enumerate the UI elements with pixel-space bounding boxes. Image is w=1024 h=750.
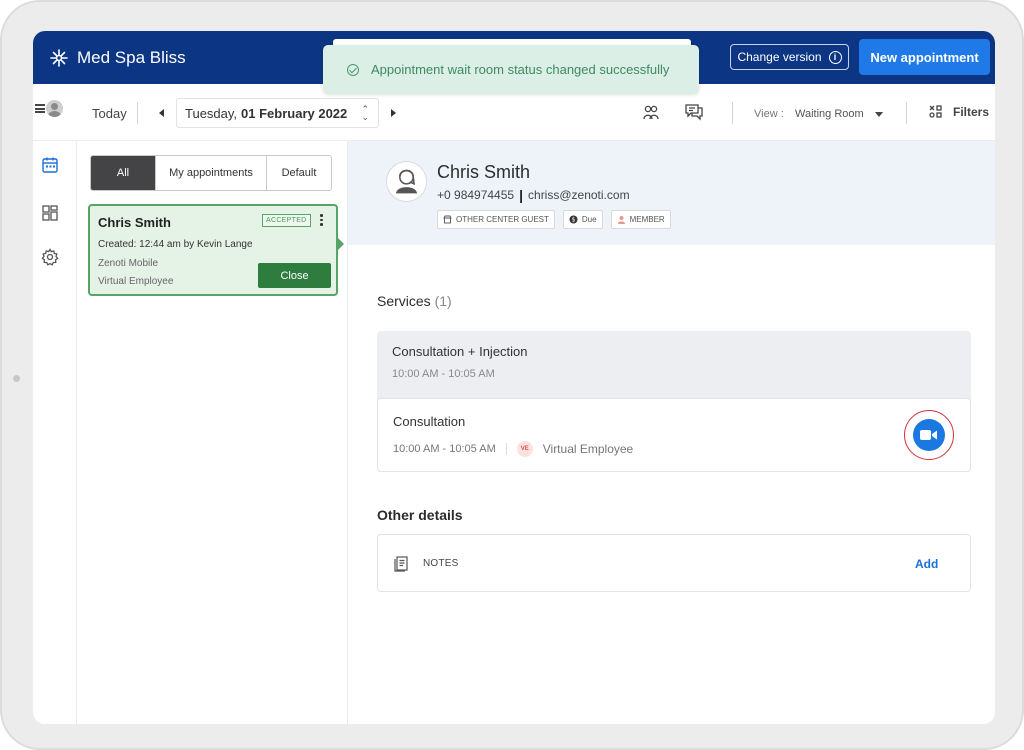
notes-icon: [394, 556, 408, 572]
toast-message: Appointment wait room status changed suc…: [371, 62, 670, 77]
view-label: View :: [754, 108, 784, 120]
filters-icon: [929, 105, 942, 118]
appointment-details-panel: Chris Smith +0 984974455 | chriss@zenoti…: [348, 141, 995, 724]
video-call-button[interactable]: [913, 419, 945, 451]
change-version-label: Change version: [737, 50, 822, 64]
filters-label: Filters: [953, 104, 990, 119]
brand-name: Med Spa Bliss: [77, 48, 186, 67]
tag-other-center-guest: OTHER CENTER GUEST: [437, 210, 555, 229]
tab-all[interactable]: All: [91, 156, 156, 190]
info-icon: i: [828, 50, 842, 64]
guest-contact: +0 984974455 | chriss@zenoti.com: [437, 187, 630, 203]
success-toast: Appointment wait room status changed suc…: [323, 45, 699, 94]
brand-logo-icon: [50, 49, 68, 67]
guest-tags: OTHER CENTER GUEST $ Due MEMBER: [437, 210, 671, 229]
guest-name: Chris Smith: [437, 162, 531, 182]
divider: |: [519, 187, 524, 203]
divider: [505, 443, 507, 455]
next-day-icon[interactable]: [391, 109, 396, 117]
new-appointment-button[interactable]: New appointment: [859, 39, 990, 75]
date-stepper-icon[interactable]: ⌃ ⌄: [361, 105, 369, 122]
view-select[interactable]: Waiting Room: [795, 108, 864, 120]
video-camera-icon: [920, 430, 937, 440]
appointment-created: Created: 12:44 am by Kevin Lange: [98, 239, 253, 250]
appointment-employee: Virtual Employee: [98, 276, 174, 287]
close-button[interactable]: Close: [258, 263, 331, 288]
services-title: Services: [377, 293, 431, 309]
chevron-down-icon[interactable]: [875, 112, 883, 117]
user-avatar-icon: [46, 100, 63, 117]
appointment-guest-name: Chris Smith: [98, 215, 171, 230]
dollar-icon: $: [569, 215, 578, 224]
tag-member: MEMBER: [610, 210, 671, 229]
change-version-button[interactable]: Change version i: [730, 44, 849, 70]
more-options-icon[interactable]: [320, 214, 323, 226]
divider: [906, 102, 907, 124]
add-notes-link[interactable]: Add: [915, 557, 938, 571]
guest-avatar-icon: [386, 161, 427, 202]
hamburger-icon: [35, 104, 45, 113]
selected-pointer: [337, 237, 344, 251]
chat-icon[interactable]: [684, 102, 704, 122]
notes-section: NOTES Add: [377, 534, 971, 592]
status-badge: ACCEPTED: [262, 214, 311, 227]
video-call-highlight: [904, 410, 954, 460]
group-guests-icon[interactable]: [641, 102, 661, 122]
tag-label: MEMBER: [629, 215, 665, 224]
services-heading: Services (1): [377, 293, 452, 309]
appointment-list-panel: All My appointments Default Chris Smith …: [77, 141, 348, 724]
guest-phone: +0 984974455: [437, 188, 515, 202]
tablet-frame: Med Spa Bliss Change version i New appoi…: [0, 0, 1024, 750]
divider: [137, 102, 138, 124]
tag-label: Due: [581, 215, 597, 224]
service-item: Consultation 10:00 AM - 10:05 AM VE Virt…: [377, 398, 971, 472]
appointment-source: Zenoti Mobile: [98, 258, 159, 269]
appointment-filter-tabs: All My appointments Default: [90, 155, 332, 191]
date-picker[interactable]: Tuesday, 01 February 2022 ⌃ ⌄: [176, 98, 379, 128]
check-circle-icon: [347, 63, 359, 76]
service-group-time: 10:00 AM - 10:05 AM: [392, 368, 495, 380]
employee-avatar: VE: [516, 441, 533, 457]
services-count: (1): [434, 293, 452, 309]
menu-toggle[interactable]: [35, 100, 63, 117]
guest-header: Chris Smith +0 984974455 | chriss@zenoti…: [348, 141, 995, 245]
tab-my-appointments[interactable]: My appointments: [156, 156, 267, 190]
appointment-card[interactable]: Chris Smith ACCEPTED Created: 12:44 am b…: [88, 204, 338, 296]
left-nav-rail: [33, 141, 77, 724]
other-details-heading: Other details: [377, 507, 463, 523]
tag-label: OTHER CENTER GUEST: [456, 215, 549, 224]
tab-default[interactable]: Default: [267, 156, 331, 190]
service-meta: 10:00 AM - 10:05 AM VE Virtual Employee: [393, 441, 633, 457]
calendar-icon[interactable]: [41, 156, 59, 174]
filters-button[interactable]: Filters: [928, 104, 989, 119]
tag-due: $ Due: [562, 210, 603, 229]
date-weekday: Tuesday,: [185, 105, 238, 121]
app-screen: Med Spa Bliss Change version i New appoi…: [33, 31, 995, 724]
divider: [732, 102, 733, 124]
gear-icon[interactable]: [41, 248, 59, 266]
store-icon: [443, 215, 452, 224]
service-employee: Virtual Employee: [542, 442, 634, 456]
date-value: 01 February 2022: [241, 105, 348, 121]
service-group-name: Consultation + Injection: [392, 344, 528, 359]
member-icon: [617, 216, 625, 224]
svg-text:$: $: [571, 217, 575, 224]
brand[interactable]: Med Spa Bliss: [49, 48, 186, 68]
service-time: 10:00 AM - 10:05 AM: [393, 443, 496, 455]
tablet-camera-dot: [13, 375, 20, 382]
notes-label: NOTES: [423, 558, 459, 569]
service-name: Consultation: [393, 414, 466, 429]
dashboard-icon[interactable]: [41, 204, 59, 222]
guest-email: chriss@zenoti.com: [528, 188, 630, 202]
previous-day-icon[interactable]: [159, 109, 164, 117]
today-button[interactable]: Today: [92, 106, 127, 121]
